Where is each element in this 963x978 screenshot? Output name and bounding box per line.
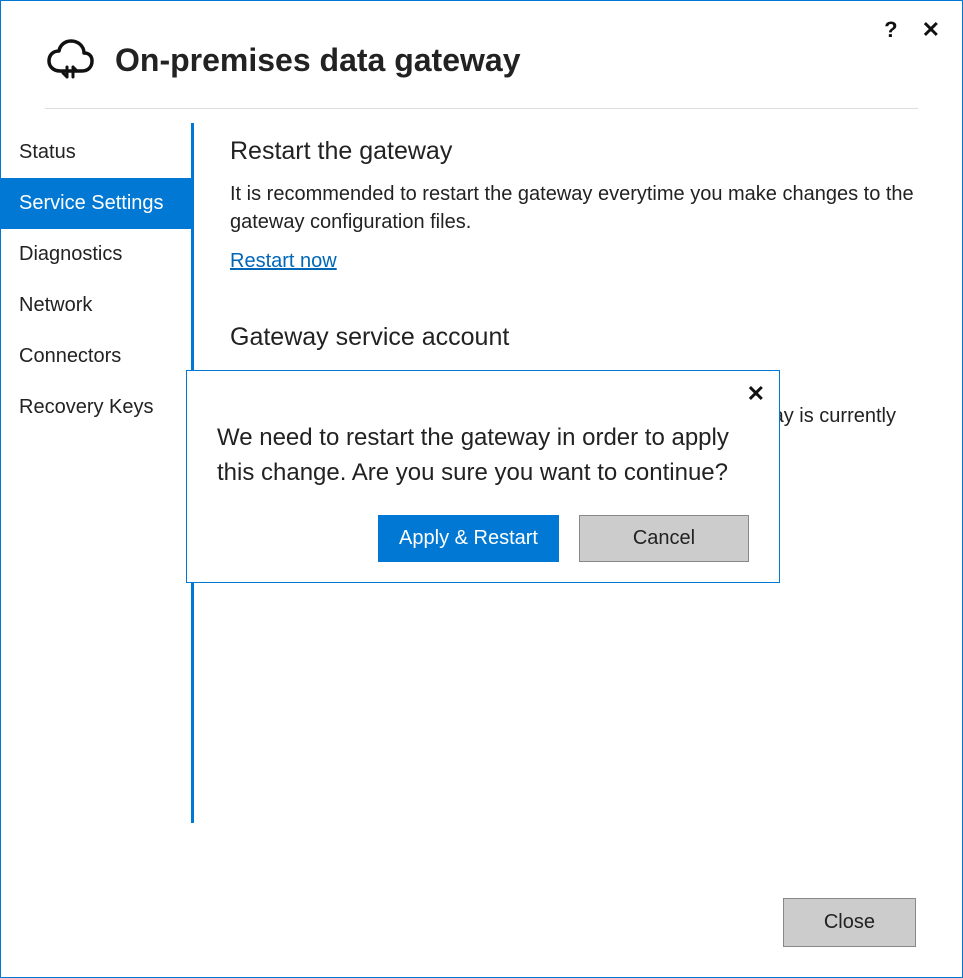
sidebar: Status Service Settings Diagnostics Netw… [1,115,191,823]
sidebar-item-recovery-keys[interactable]: Recovery Keys [1,382,191,433]
restart-now-link[interactable]: Restart now [230,250,337,272]
sidebar-item-network[interactable]: Network [1,280,191,331]
sidebar-item-service-settings[interactable]: Service Settings [1,178,191,229]
titlebar-controls: ? ✕ [884,19,940,41]
account-heading: Gateway service account [230,323,922,352]
cloud-gateway-icon [45,37,95,84]
close-button[interactable]: Close [783,898,916,947]
dialog-message: We need to restart the gateway in order … [217,421,749,491]
restart-confirm-dialog: ✕ We need to restart the gateway in orde… [186,370,780,583]
footer: Close [783,898,916,947]
restart-heading: Restart the gateway [230,137,922,166]
gateway-config-window: ? ✕ On-premises data gateway Status Serv… [0,0,963,978]
apply-restart-button[interactable]: Apply & Restart [378,515,559,562]
header: On-premises data gateway [1,1,962,108]
sidebar-item-diagnostics[interactable]: Diagnostics [1,229,191,280]
sidebar-item-connectors[interactable]: Connectors [1,331,191,382]
dialog-buttons: Apply & Restart Cancel [217,515,749,562]
help-icon[interactable]: ? [884,19,897,41]
cancel-button[interactable]: Cancel [579,515,749,562]
window-close-icon[interactable]: ✕ [922,19,940,41]
page-title: On-premises data gateway [115,42,520,79]
dialog-close-icon[interactable]: ✕ [747,383,765,405]
restart-description: It is recommended to restart the gateway… [230,180,922,236]
sidebar-item-status[interactable]: Status [1,127,191,178]
